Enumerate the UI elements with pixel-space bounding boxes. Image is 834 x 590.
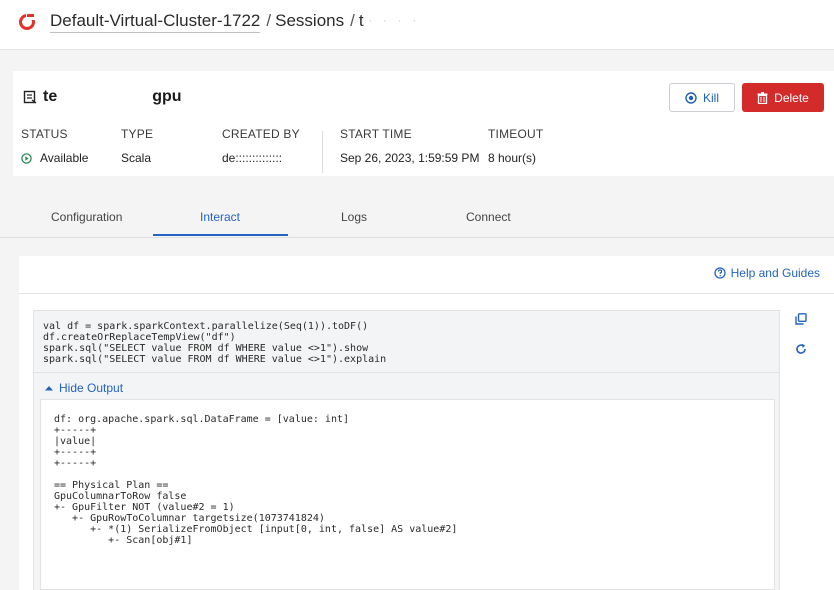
code-line: val df = spark.sparkContext.parallelize(… [43, 321, 369, 332]
kill-button-label: Kill [702, 90, 719, 105]
created-by-value: de:::::::::::::: [222, 151, 283, 165]
code-line: spark.sql("SELECT value FROM df WHERE va… [43, 354, 387, 365]
output-line: == Physical Plan == [54, 480, 169, 491]
caret-up-icon [45, 386, 53, 391]
session-name-prefix: te [43, 88, 58, 105]
output-line: |value| [54, 436, 97, 447]
code-line: df.createOrReplaceTempView("df") [43, 332, 236, 343]
output-line: +- GpuFilter NOT (value#2 = 1) [54, 502, 235, 513]
kill-button[interactable]: Kill [669, 83, 735, 112]
hide-output-label: Hide Output [59, 381, 124, 395]
output-line: df: org.apache.spark.sql.DataFrame = [va… [54, 414, 350, 425]
output-line: +-----+ [54, 458, 97, 469]
tab-connect[interactable]: Connect [466, 210, 511, 224]
session-name-suffix: gpu [152, 88, 182, 105]
output-section: Hide Output df: org.apache.spark.sql.Dat… [33, 373, 780, 590]
created-by-field: CREATED BY de:::::::::::::: [222, 127, 300, 165]
delete-button[interactable]: Delete [742, 83, 824, 112]
tab-configuration[interactable]: Configuration [51, 210, 122, 224]
code-editor[interactable]: val df = spark.sparkContext.parallelize(… [33, 310, 780, 373]
meta-divider [322, 131, 323, 173]
play-circle-icon [21, 152, 32, 164]
status-value: Available [40, 151, 89, 165]
output-line: +- GpuRowToColumnar targetsize(107374182… [54, 513, 325, 524]
type-label: TYPE [121, 127, 154, 141]
breadcrumb-current: t [358, 11, 364, 30]
tab-logs[interactable]: Logs [341, 210, 367, 224]
help-and-guides-label: Help and Guides [730, 266, 820, 280]
tab-interact[interactable]: Interact [200, 210, 240, 224]
refresh-icon[interactable] [795, 343, 807, 355]
copy-icon[interactable] [795, 313, 807, 325]
status-value-row: Available [21, 151, 88, 165]
session-header: te gpu Kill Delete STATUS Available TYPE… [13, 71, 834, 176]
delete-button-label: Delete [774, 90, 809, 105]
cloudera-logo-icon[interactable] [18, 13, 36, 31]
status-label: STATUS [21, 127, 68, 141]
type-field: TYPE Scala [121, 127, 153, 165]
code-line: spark.sql("SELECT value FROM df WHERE va… [43, 343, 369, 354]
output-panel: df: org.apache.spark.sql.DataFrame = [va… [40, 399, 775, 590]
status-field: STATUS Available [21, 127, 88, 165]
breadcrumb-separator: / [350, 11, 355, 30]
trash-icon [757, 91, 768, 104]
output-line: +-----+ [54, 447, 97, 458]
session-name-redacted [57, 88, 153, 106]
start-time-value: Sep 26, 2023, 1:59:59 PM [340, 151, 480, 165]
help-and-guides-link[interactable]: Help and Guides [713, 266, 820, 280]
session-title: te gpu [23, 88, 182, 106]
timeout-label: TIMEOUT [488, 127, 544, 141]
type-value: Scala [121, 151, 152, 165]
top-bar: Default-Virtual-Cluster-1722/Sessions / t … [0, 0, 834, 50]
hide-output-toggle[interactable]: Hide Output [45, 381, 123, 395]
output-line: +-----+ [54, 425, 97, 436]
stop-circle-icon [685, 91, 697, 104]
session-icon [23, 90, 37, 104]
breadcrumb-current-redacted: · · · · [368, 14, 421, 27]
question-circle-icon [713, 267, 726, 279]
breadcrumb-cluster-link[interactable]: Default-Virtual-Cluster-1722 [50, 11, 261, 33]
session-tabs: Configuration Interact Logs Connect [0, 176, 834, 238]
breadcrumb-sessions-link[interactable]: Sessions [275, 11, 344, 30]
output-text: df: org.apache.spark.sql.DataFrame = [va… [41, 400, 774, 546]
output-line: +- Scan[obj#1] [54, 535, 193, 546]
timeout-field: TIMEOUT 8 hour(s) [488, 127, 543, 165]
start-time-label: START TIME [340, 127, 412, 141]
start-time-field: START TIME Sep 26, 2023, 1:59:59 PM [340, 127, 479, 165]
breadcrumb-separator: / [266, 11, 272, 30]
breadcrumb: Default-Virtual-Cluster-1722/Sessions / t … [50, 11, 488, 33]
interact-panel: Help and Guides val df = spark.sparkCont… [19, 256, 834, 590]
timeout-value: 8 hour(s) [488, 151, 537, 165]
output-line: GpuColumnarToRow false [54, 491, 187, 502]
code-editor-text: val df = spark.sparkContext.parallelize(… [34, 311, 779, 365]
created-by-label: CREATED BY [222, 127, 300, 141]
output-line: +- *(1) SerializeFromObject [input[0, in… [54, 524, 458, 535]
panel-divider [19, 293, 834, 294]
active-tab-indicator [153, 234, 288, 236]
